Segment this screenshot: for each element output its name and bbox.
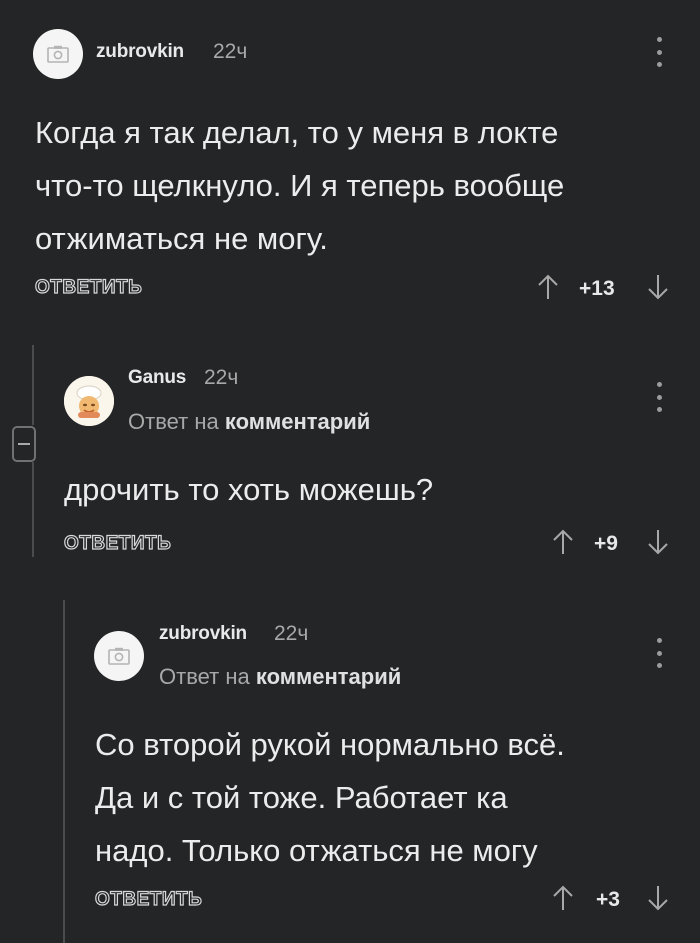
- reply-to-prefix: Ответ на: [159, 664, 250, 689]
- vote-score: +3: [596, 888, 620, 911]
- reply-to-label: Ответ на комментарий: [159, 664, 401, 690]
- username[interactable]: zubrovkin: [159, 623, 247, 645]
- comment-3: zubrovkin 22ч Ответ на комментарий Со вт…: [0, 0, 700, 943]
- reply-to-link[interactable]: комментарий: [256, 664, 401, 689]
- avatar[interactable]: [94, 631, 144, 681]
- downvote-arrow-icon[interactable]: [646, 884, 670, 912]
- comment-text: Со второй рукой нормально всё. Да и с то…: [95, 727, 565, 868]
- upvote-arrow-icon[interactable]: [551, 884, 575, 912]
- camera-icon: [108, 647, 130, 665]
- more-options-icon[interactable]: [654, 638, 664, 668]
- timestamp: 22ч: [274, 622, 309, 645]
- reply-button[interactable]: ОТВЕТИТЬ: [94, 888, 202, 911]
